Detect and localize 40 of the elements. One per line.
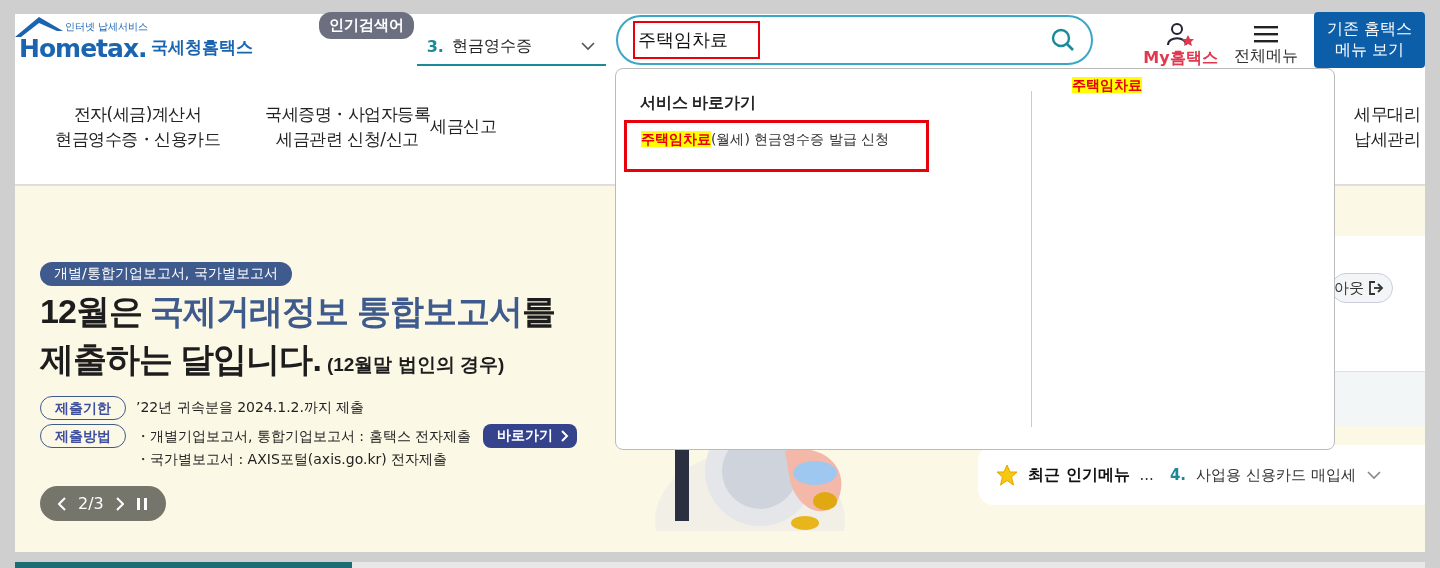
banner-subtitle: (12월말 법인의 경우) xyxy=(326,354,505,375)
popular-search-dropdown[interactable]: 3. 현금영수증 xyxy=(416,28,606,66)
chevron-down-icon xyxy=(579,41,596,51)
house-roof-icon xyxy=(15,17,63,37)
ellipsis-text: ... xyxy=(1139,466,1154,484)
search-icon xyxy=(1051,28,1076,52)
legacy-menu-button[interactable]: 기존 홈택스 메뉴 보기 xyxy=(1313,12,1425,68)
chevron-right-icon[interactable] xyxy=(115,496,124,511)
section-heading: 서비스 바로가기 xyxy=(640,93,758,113)
all-menu-link[interactable]: 전체메뉴 xyxy=(1233,23,1298,67)
nav-menu-item[interactable]: 세무대리 납세관리 xyxy=(1354,101,1420,153)
popular-search-badge: 인기검색어 xyxy=(318,12,414,39)
recent-menu-title: 최근 인기메뉴 xyxy=(1028,464,1130,486)
info-text: ・국가별보고서 : AXIS포털(axis.go.kr) 전자제출 xyxy=(136,450,448,469)
chevron-left-icon[interactable] xyxy=(58,496,66,511)
search-input[interactable]: 주택임차료 xyxy=(637,29,1052,51)
person-star-icon xyxy=(1166,21,1195,46)
chevron-down-icon[interactable] xyxy=(1365,470,1382,480)
logo-wordmark: Hometax. xyxy=(19,36,147,61)
star-icon xyxy=(996,464,1018,486)
logo-name: 국세청홈택스 xyxy=(150,37,253,59)
slide-counter: 2/3 xyxy=(78,494,104,513)
nav-menu-item[interactable]: 전자(세금)계산서 현금영수증・신용카드 xyxy=(55,101,220,153)
logout-icon xyxy=(1368,280,1384,296)
pause-icon[interactable] xyxy=(135,496,148,511)
suggestion-link[interactable]: 주택임차료(월세) 현금영수증 발급 신청 xyxy=(624,120,929,172)
nav-menu-item[interactable]: 국세증명・사업자등록 세금관련 신청/신고 xyxy=(265,101,430,153)
category-tag: 개별/통합기업보고서, 국가별보고서 xyxy=(40,262,292,286)
menu-icon xyxy=(1253,23,1278,44)
info-text: ・개별기업보고서, 통합기업보고서 : 홈택스 전자제출 xyxy=(136,427,471,446)
logo-tagline: 인터넷 납세서비스 xyxy=(65,20,149,34)
keyword-suggestion[interactable]: 주택임차료 xyxy=(1072,77,1142,93)
search-bar[interactable]: 주택임차료 xyxy=(615,15,1094,65)
info-text: ’22년 귀속분을 2024.1.2.까지 제출 xyxy=(136,398,365,417)
nav-menu-item[interactable]: 세금신고 xyxy=(430,114,496,140)
chevron-right-icon xyxy=(560,430,569,442)
recent-menu-item[interactable]: 4. 사업용 신용카드 매입세 xyxy=(1163,465,1356,485)
my-hometax-link[interactable]: My홈택스 xyxy=(1143,21,1218,69)
banner-headline: 12월은 국제거래정보 통합보고서를 xyxy=(40,291,556,332)
go-button[interactable]: 바로가기 xyxy=(482,424,577,448)
